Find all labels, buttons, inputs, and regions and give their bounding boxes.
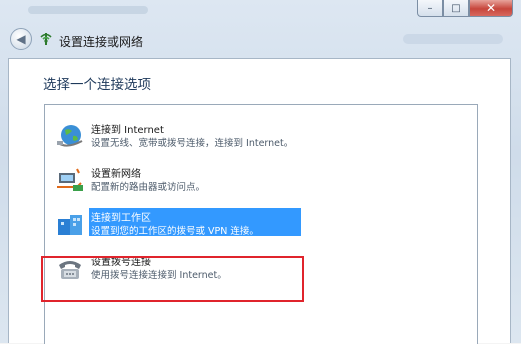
option-connect-workplace[interactable]: 连接到工作区 设置到您的工作区的拨号或 VPN 连接。 — [53, 207, 483, 241]
option-connect-internet[interactable]: 连接到 Internet 设置无线、宽带或拨号连接，连接到 Internet。 — [53, 119, 483, 153]
minimize-button[interactable]: – — [417, 0, 443, 17]
annotation-highlight-box — [41, 256, 304, 302]
globe-network-icon — [57, 125, 83, 147]
title-bar: – □ ✕ — [0, 0, 521, 22]
blurred-title — [28, 6, 148, 14]
option-description: 设置无线、宽带或拨号连接，连接到 Internet。 — [91, 138, 294, 149]
option-description: 设置到您的工作区的拨号或 VPN 连接。 — [91, 226, 259, 237]
option-new-network[interactable]: 设置新网络 配置新的路由器或访问点。 — [53, 163, 483, 197]
back-button[interactable]: ◀ — [10, 28, 32, 50]
maximize-button[interactable]: □ — [443, 0, 469, 17]
option-title: 设置新网络 — [91, 169, 141, 180]
navigation-bar: ◀ 设置连接或网络 — [0, 22, 521, 58]
option-title: 连接到 Internet — [91, 125, 164, 136]
window-frame: – □ ✕ ◀ 设置连接或网络 选择一个连接选项 连接到 Internet 设置… — [0, 0, 521, 344]
caption-buttons: – □ ✕ — [417, 0, 513, 18]
blurred-area — [403, 34, 503, 44]
router-icon — [57, 168, 83, 191]
option-title: 连接到工作区 — [91, 213, 151, 224]
close-button[interactable]: ✕ — [469, 0, 513, 17]
connection-options-list: 连接到 Internet 设置无线、宽带或拨号连接，连接到 Internet。 … — [44, 104, 478, 344]
workplace-icon — [58, 215, 82, 235]
network-setup-icon — [40, 33, 52, 45]
page-heading: 选择一个连接选项 — [43, 77, 151, 93]
option-description: 配置新的路由器或访问点。 — [91, 182, 206, 193]
content-panel: 选择一个连接选项 连接到 Internet 设置无线、宽带或拨号连接，连接到 I… — [8, 58, 511, 344]
window-title: 设置连接或网络 — [59, 35, 144, 49]
